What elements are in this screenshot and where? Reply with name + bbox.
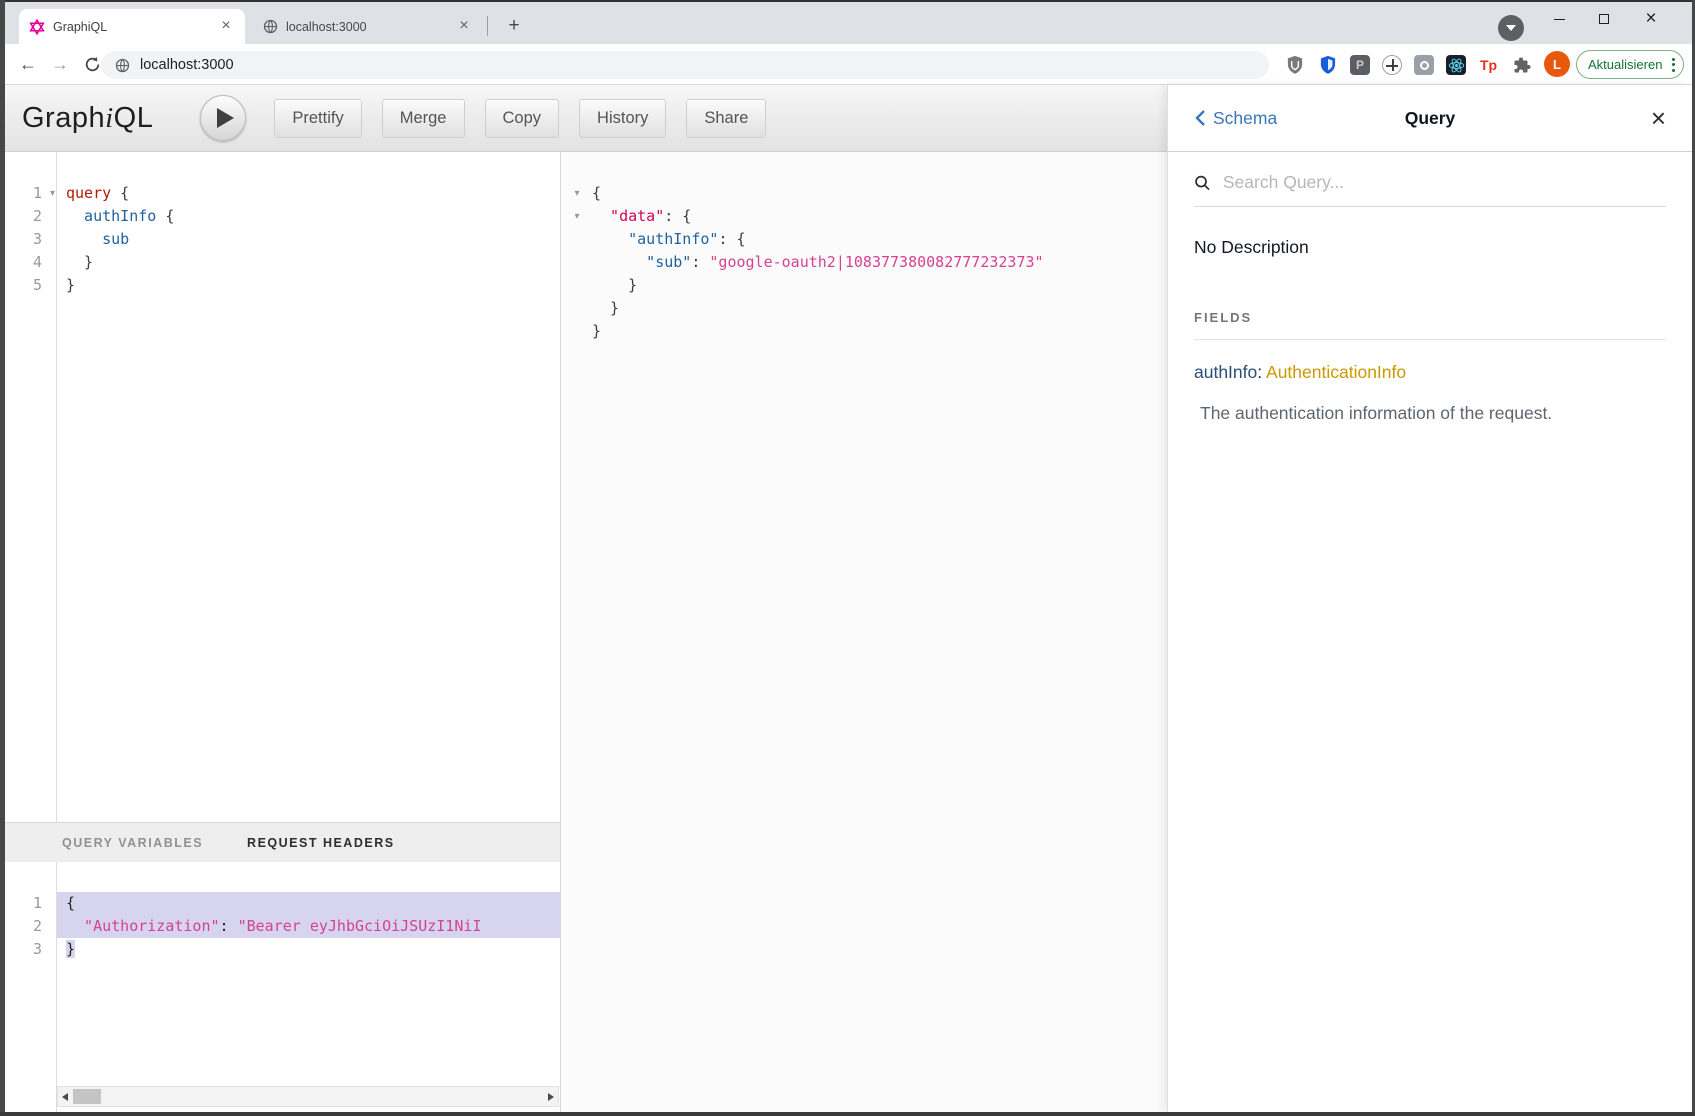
p-extension-icon[interactable]: P [1350, 55, 1370, 75]
history-button[interactable]: History [579, 99, 666, 138]
extensions-puzzle-icon[interactable] [1511, 55, 1532, 76]
browser-window: GraphiQL × localhost:3000 × + × ← → loca… [0, 0, 1695, 1116]
result-viewer[interactable]: ▾ ▾ { "data": { "authInfo": { "sub": "go… [562, 152, 1167, 1112]
tab-query-variables[interactable]: QUERY VARIABLES [62, 836, 203, 850]
section-divider [1194, 339, 1666, 340]
extensions-area: P Tp [1284, 51, 1532, 79]
minimize-icon [1554, 19, 1565, 20]
globe-icon [115, 58, 130, 73]
browser-toolbar: ← → localhost:3000 P Tp [5, 44, 1692, 85]
scroll-left-icon[interactable] [58, 1093, 72, 1101]
prettify-button[interactable]: Prettify [274, 99, 361, 138]
fields-section-label: FIELDS [1194, 310, 1666, 325]
line-number-gutter: 1 2 3 [5, 862, 57, 1112]
close-window-button[interactable]: × [1636, 8, 1666, 30]
execute-button[interactable] [200, 95, 246, 141]
refresh-prompt-button[interactable]: Aktualisieren [1576, 50, 1684, 79]
query-code[interactable]: query { authInfo { sub } } [57, 152, 560, 822]
tab-title: localhost:3000 [286, 20, 455, 34]
maximize-button[interactable] [1589, 8, 1619, 30]
tab-request-headers[interactable]: REQUEST HEADERS [247, 836, 395, 850]
new-tab-button[interactable]: + [501, 13, 527, 39]
field-row: authInfo: AuthenticationInfo [1194, 362, 1666, 383]
bitwarden-shield-icon[interactable] [1317, 55, 1338, 76]
scroll-right-icon[interactable] [544, 1093, 558, 1101]
tab-separator [487, 16, 488, 36]
url-text: localhost:3000 [140, 57, 234, 73]
search-underline [1194, 206, 1666, 207]
back-icon[interactable]: ← [15, 51, 41, 77]
type-description: No Description [1194, 237, 1666, 258]
doc-close-icon[interactable]: × [1651, 107, 1666, 129]
result-pane: ▾ ▾ { "data": { "authInfo": { "sub": "go… [562, 152, 1167, 1112]
globe-icon [263, 19, 278, 34]
graphiql-app: GraphiQL Prettify Merge Copy History Sha… [5, 85, 1692, 1112]
move-cross-icon[interactable] [1382, 55, 1402, 75]
doc-explorer: Schema Query × No Description FIELDS aut… [1167, 85, 1692, 1112]
doc-back-link[interactable]: Schema [1194, 108, 1277, 129]
window-edge [0, 0, 5, 1116]
merge-button[interactable]: Merge [382, 99, 465, 138]
fold-arrow-icon[interactable]: ▾ [562, 205, 592, 228]
refresh-label: Aktualisieren [1588, 57, 1662, 72]
fold-arrow-icon[interactable]: ▾ [562, 182, 592, 205]
tab-graphiql[interactable]: GraphiQL × [19, 9, 245, 44]
tab-strip: GraphiQL × localhost:3000 × + × [5, 2, 1692, 44]
minimize-button[interactable] [1544, 8, 1574, 30]
ublock-shield-icon[interactable] [1284, 55, 1305, 76]
menu-dots-icon[interactable] [1672, 58, 1675, 72]
line-number-gutter: 1▾ 2 3 4 5 [5, 152, 57, 822]
scrollbar-thumb[interactable] [73, 1089, 101, 1104]
tp-extension-icon[interactable]: Tp [1478, 55, 1499, 76]
window-edge [0, 0, 1695, 2]
tab-close-icon[interactable]: × [217, 18, 235, 36]
profile-avatar[interactable]: L [1544, 51, 1570, 77]
address-bar[interactable]: localhost:3000 [101, 51, 1269, 79]
fold-gutter: ▾ ▾ [562, 152, 592, 1112]
search-icon [1194, 174, 1211, 192]
camera-icon[interactable] [1414, 55, 1434, 75]
field-name-link[interactable]: authInfo [1194, 362, 1257, 382]
field-description: The authentication information of the re… [1194, 403, 1666, 424]
play-icon [217, 108, 234, 128]
react-devtools-icon[interactable] [1446, 55, 1466, 75]
doc-explorer-header: Schema Query × [1168, 85, 1692, 152]
tab-close-icon[interactable]: × [455, 18, 473, 36]
graphiql-favicon-icon [29, 19, 45, 35]
doc-search-input[interactable] [1223, 172, 1666, 193]
tab-overflow-icon[interactable] [1498, 15, 1524, 41]
tab-title: GraphiQL [53, 20, 217, 34]
secondary-editor-tabs: QUERY VARIABLES REQUEST HEADERS [5, 822, 560, 862]
query-editor[interactable]: 1▾ 2 3 4 5 query { authInfo { sub } } [5, 152, 560, 822]
chevron-down-icon [1506, 25, 1516, 31]
horizontal-scrollbar[interactable] [57, 1086, 559, 1107]
chevron-left-icon [1194, 109, 1206, 127]
window-edge [0, 1112, 1695, 1116]
copy-button[interactable]: Copy [485, 99, 560, 138]
query-editor-pane: 1▾ 2 3 4 5 query { authInfo { sub } } [5, 152, 561, 1112]
share-button[interactable]: Share [686, 99, 766, 138]
tab-localhost[interactable]: localhost:3000 × [253, 9, 483, 44]
field-type-link[interactable]: AuthenticationInfo [1266, 362, 1406, 382]
doc-search-section [1168, 152, 1692, 207]
graphiql-logo: GraphiQL [22, 102, 153, 135]
forward-icon[interactable]: → [47, 51, 73, 77]
headers-code[interactable]: { "Authorization": "Bearer eyJhbGciOiJSU… [57, 862, 560, 1112]
doc-explorer-body: No Description FIELDS authInfo: Authenti… [1168, 237, 1692, 424]
maximize-icon [1599, 14, 1609, 24]
fold-arrow-icon[interactable]: ▾ [50, 182, 55, 205]
request-headers-editor[interactable]: 1 2 3 { "Authorization": "Bearer eyJhbGc… [5, 862, 560, 1112]
result-json: { "data": { "authInfo": { "sub": "google… [592, 152, 1167, 1112]
